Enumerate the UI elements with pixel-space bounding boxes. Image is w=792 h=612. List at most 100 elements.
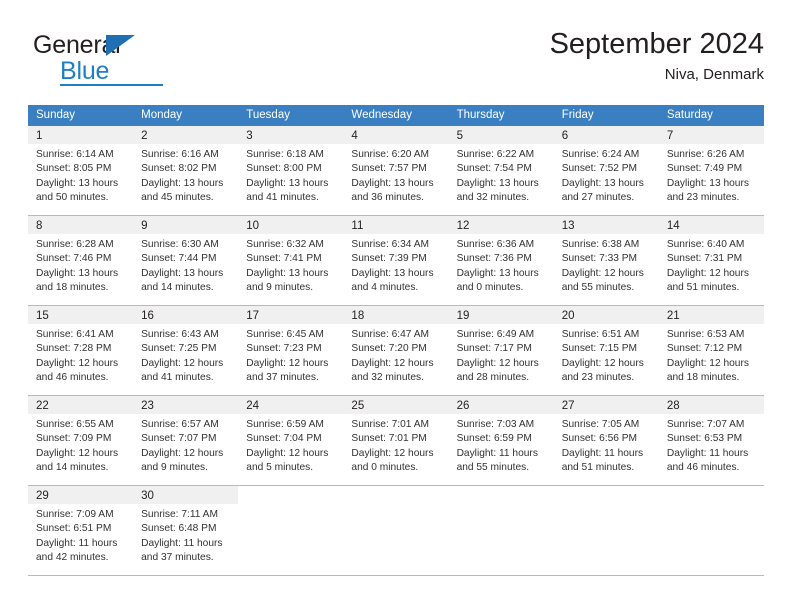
day-details: Sunrise: 7:03 AM Sunset: 6:59 PM Daylight:… bbox=[449, 414, 554, 476]
calendar-day-cell[interactable]: 6 Sunrise: 6:24 AM Sunset: 7:52 PM Daylight… bbox=[553, 126, 659, 215]
calendar-day-cell[interactable]: 19 Sunrise: 6:49 AM Sunset: 7:17 PM Dayligh… bbox=[448, 306, 554, 395]
daylight-text-line2: and 23 minutes. bbox=[666, 192, 740, 204]
day-number-bar: 26 bbox=[448, 396, 554, 414]
calendar-day-cell[interactable]: 25 Sunrise: 7:01 AM Sunset: 7:01 PM Dayligh… bbox=[343, 396, 449, 485]
calendar-day-cell[interactable]: 30 Sunrise: 7:11 AM Sunset: 6:48 PM Dayligh… bbox=[133, 486, 239, 575]
day-number: 25 bbox=[351, 400, 365, 412]
daylight-text-line1: Daylight: 12 hours bbox=[351, 357, 434, 369]
sunset-text: Sunset: 7:54 PM bbox=[456, 163, 532, 175]
calendar-day-cell[interactable]: 26 Sunrise: 7:03 AM Sunset: 6:59 PM Dayligh… bbox=[448, 396, 554, 485]
day-number-bar: 22 bbox=[28, 396, 134, 414]
calendar-day-cell[interactable]: 7 Sunrise: 6:26 AM Sunset: 7:49 PM Daylight… bbox=[658, 126, 764, 215]
daylight-text-line1: Daylight: 13 hours bbox=[456, 177, 539, 189]
day-details: Sunrise: 6:49 AM Sunset: 7:17 PM Daylight:… bbox=[449, 324, 554, 386]
sunrise-text: Sunrise: 6:51 AM bbox=[561, 329, 640, 340]
day-number-bar: 20 bbox=[553, 306, 659, 324]
calendar-day-cell[interactable]: 18 Sunrise: 6:47 AM Sunset: 7:20 PM Dayligh… bbox=[343, 306, 449, 395]
calendar-day-cell[interactable]: 3 Sunrise: 6:18 AM Sunset: 8:00 PM Daylight… bbox=[238, 126, 344, 215]
calendar-day-cell[interactable]: 17 Sunrise: 6:45 AM Sunset: 7:23 PM Dayligh… bbox=[238, 306, 344, 395]
sunset-text: Sunset: 6:56 PM bbox=[561, 433, 638, 445]
calendar-day-cell[interactable]: 21 Sunrise: 6:53 AM Sunset: 7:12 PM Dayligh… bbox=[658, 306, 764, 395]
calendar-day-cell[interactable]: 9 Sunrise: 6:30 AM Sunset: 7:44 PM Daylight… bbox=[133, 216, 239, 305]
day-details bbox=[343, 504, 448, 508]
daylight-text-line2: and 50 minutes. bbox=[36, 192, 109, 204]
daylight-text-line2: and 14 minutes. bbox=[141, 282, 214, 294]
day-details: Sunrise: 6:55 AM Sunset: 7:09 PM Daylight:… bbox=[28, 414, 133, 476]
daylight-text-line1: Daylight: 11 hours bbox=[666, 447, 749, 459]
day-number: 5 bbox=[456, 130, 463, 142]
calendar-day-cell[interactable]: 29 Sunrise: 7:09 AM Sunset: 6:51 PM Dayligh… bbox=[28, 486, 134, 575]
day-number: 10 bbox=[246, 220, 260, 232]
daylight-text-line1: Daylight: 12 hours bbox=[36, 447, 119, 459]
daylight-text-line1: Daylight: 12 hours bbox=[351, 447, 434, 459]
daylight-text-line2: and 18 minutes. bbox=[666, 372, 740, 384]
sunrise-text: Sunrise: 6:45 AM bbox=[246, 329, 324, 340]
day-number: 21 bbox=[666, 310, 680, 322]
calendar-day-cell[interactable]: 12 Sunrise: 6:36 AM Sunset: 7:36 PM Dayligh… bbox=[448, 216, 554, 305]
day-number-bar: 28 bbox=[658, 396, 764, 414]
calendar-day-cell[interactable]: 10 Sunrise: 6:32 AM Sunset: 7:41 PM Dayligh… bbox=[238, 216, 344, 305]
day-details: Sunrise: 6:20 AM Sunset: 7:57 PM Daylight:… bbox=[343, 144, 448, 206]
calendar-day-cell[interactable]: 5 Sunrise: 6:22 AM Sunset: 7:54 PM Daylight… bbox=[448, 126, 554, 215]
sunrise-text: Sunrise: 6:59 AM bbox=[246, 419, 324, 430]
sunset-text: Sunset: 8:05 PM bbox=[36, 163, 112, 175]
calendar-day-cell[interactable]: 4 Sunrise: 6:20 AM Sunset: 7:57 PM Daylight… bbox=[343, 126, 449, 215]
sunset-text: Sunset: 7:12 PM bbox=[666, 343, 743, 355]
sunrise-text: Sunrise: 6:41 AM bbox=[36, 329, 114, 340]
daylight-text-line2: and 46 minutes. bbox=[36, 372, 109, 384]
sunset-text: Sunset: 7:20 PM bbox=[351, 343, 427, 355]
day-number-bar: 23 bbox=[133, 396, 239, 414]
calendar-day-cell[interactable]: 11 Sunrise: 6:34 AM Sunset: 7:39 PM Dayligh… bbox=[343, 216, 449, 305]
calendar-day-cell[interactable]: 1 Sunrise: 6:14 AM Sunset: 8:05 PM Daylight… bbox=[28, 126, 134, 215]
day-details bbox=[449, 504, 554, 508]
sunset-text: Sunset: 6:53 PM bbox=[666, 433, 743, 445]
weekday-header-wednesday: Wednesday bbox=[351, 109, 412, 121]
sunset-text: Sunset: 7:28 PM bbox=[36, 343, 112, 355]
daylight-text-line1: Daylight: 12 hours bbox=[246, 357, 329, 369]
day-number-bar: 9 bbox=[133, 216, 239, 234]
day-number: 22 bbox=[36, 400, 49, 412]
day-number-bar: 7 bbox=[658, 126, 764, 144]
calendar-day-cell-empty bbox=[343, 486, 449, 575]
daylight-text-line2: and 51 minutes. bbox=[666, 282, 740, 294]
calendar-week-row: 29 Sunrise: 7:09 AM Sunset: 6:51 PM Dayligh… bbox=[28, 486, 764, 576]
day-number: 7 bbox=[666, 130, 674, 142]
calendar-day-cell[interactable]: 27 Sunrise: 7:05 AM Sunset: 6:56 PM Dayligh… bbox=[553, 396, 659, 485]
day-number-bar bbox=[343, 486, 449, 504]
daylight-text-line1: Daylight: 13 hours bbox=[351, 267, 434, 279]
calendar-day-cell[interactable]: 20 Sunrise: 6:51 AM Sunset: 7:15 PM Dayligh… bbox=[553, 306, 659, 395]
daylight-text-line2: and 32 minutes. bbox=[456, 192, 530, 204]
calendar-day-cell[interactable]: 28 Sunrise: 7:07 AM Sunset: 6:53 PM Dayligh… bbox=[658, 396, 764, 485]
sunrise-text: Sunrise: 6:32 AM bbox=[246, 239, 324, 250]
calendar-day-cell[interactable]: 8 Sunrise: 6:28 AM Sunset: 7:46 PM Daylight… bbox=[28, 216, 134, 305]
sunset-text: Sunset: 7:41 PM bbox=[246, 253, 322, 265]
sunset-text: Sunset: 8:02 PM bbox=[141, 163, 217, 175]
day-details: Sunrise: 6:57 AM Sunset: 7:07 PM Daylight:… bbox=[133, 414, 238, 476]
daylight-text-line2: and 55 minutes. bbox=[561, 282, 635, 294]
daylight-text-line2: and 37 minutes. bbox=[246, 372, 319, 384]
day-number: 27 bbox=[561, 400, 575, 412]
calendar-day-cell[interactable]: 22 Sunrise: 6:55 AM Sunset: 7:09 PM Dayligh… bbox=[28, 396, 134, 485]
sunrise-text: Sunrise: 7:09 AM bbox=[36, 509, 114, 520]
calendar-day-cell[interactable]: 13 Sunrise: 6:38 AM Sunset: 7:33 PM Dayligh… bbox=[553, 216, 659, 305]
calendar-day-cell[interactable]: 14 Sunrise: 6:40 AM Sunset: 7:31 PM Dayligh… bbox=[658, 216, 764, 305]
calendar-day-cell[interactable]: 16 Sunrise: 6:43 AM Sunset: 7:25 PM Dayligh… bbox=[133, 306, 239, 395]
calendar-day-cell[interactable]: 24 Sunrise: 6:59 AM Sunset: 7:04 PM Dayligh… bbox=[238, 396, 344, 485]
day-number: 18 bbox=[351, 310, 365, 322]
sunset-text: Sunset: 7:17 PM bbox=[456, 343, 532, 355]
day-number: 28 bbox=[666, 400, 680, 412]
daylight-text-line2: and 27 minutes. bbox=[561, 192, 635, 204]
day-number: 26 bbox=[456, 400, 470, 412]
calendar-day-cell[interactable]: 2 Sunrise: 6:16 AM Sunset: 8:02 PM Daylight… bbox=[133, 126, 239, 215]
daylight-text-line1: Daylight: 12 hours bbox=[141, 357, 224, 369]
sunset-text: Sunset: 6:59 PM bbox=[456, 433, 532, 445]
calendar-day-cell[interactable]: 15 Sunrise: 6:41 AM Sunset: 7:28 PM Dayligh… bbox=[28, 306, 134, 395]
daylight-text-line1: Daylight: 13 hours bbox=[456, 267, 539, 279]
daylight-text-line1: Daylight: 13 hours bbox=[666, 177, 749, 189]
daylight-text-line2: and 32 minutes. bbox=[351, 372, 424, 384]
day-number: 19 bbox=[456, 310, 470, 322]
day-number: 8 bbox=[36, 220, 43, 232]
day-details: Sunrise: 7:11 AM Sunset: 6:48 PM Daylight:… bbox=[133, 504, 238, 566]
calendar-day-cell[interactable]: 23 Sunrise: 6:57 AM Sunset: 7:07 PM Dayligh… bbox=[133, 396, 239, 485]
calendar-week-row: 15 Sunrise: 6:41 AM Sunset: 7:28 PM Dayligh… bbox=[28, 306, 764, 396]
